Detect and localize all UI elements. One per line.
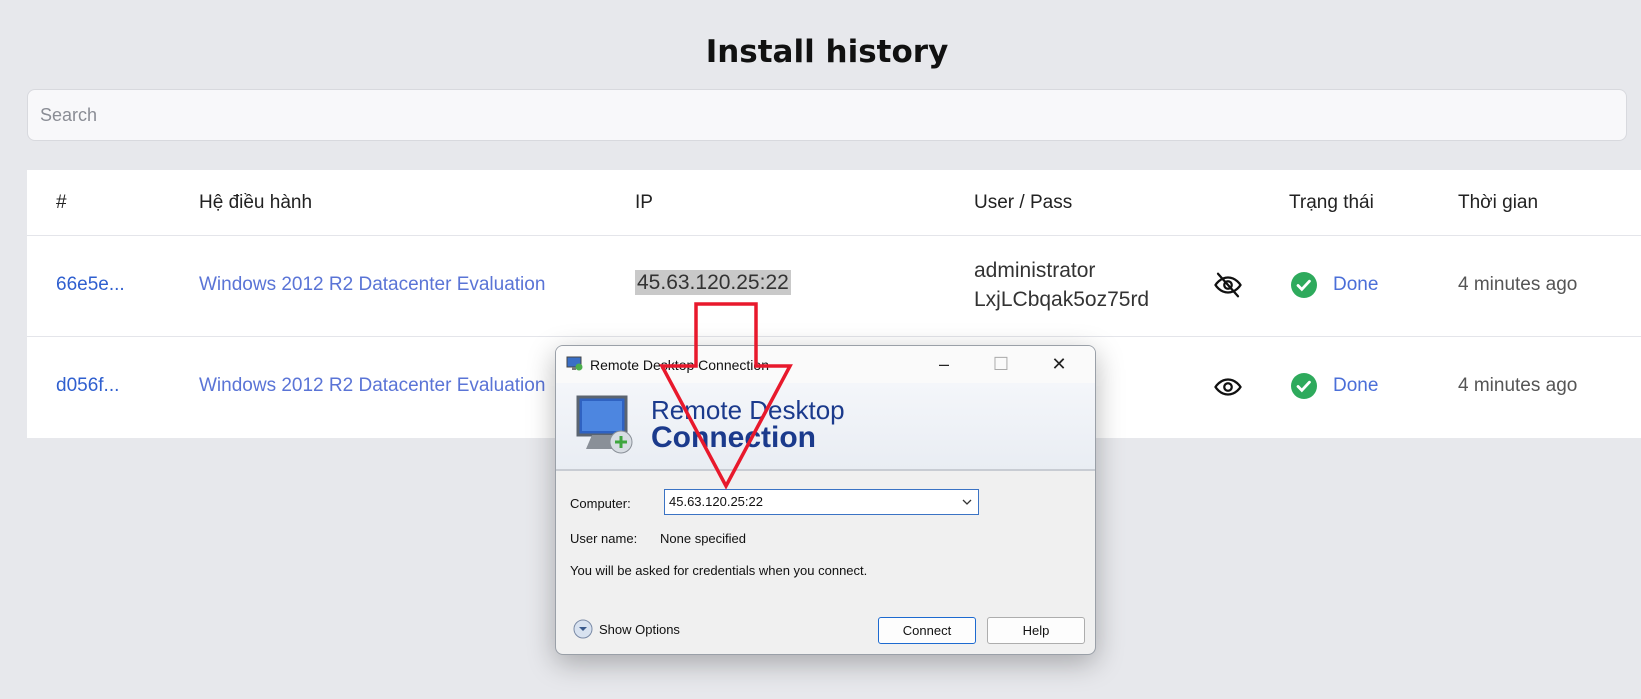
username-value: None specified — [660, 531, 746, 546]
status-badge: Done — [1333, 274, 1379, 295]
row-os-link[interactable]: Windows 2012 R2 Datacenter Evaluation — [199, 375, 545, 397]
rdp-dialog: Remote Desktop Connection – ☐ ✕ Remote D… — [555, 345, 1096, 655]
row-user: administrator — [974, 259, 1096, 282]
row-ip-text[interactable]: 45.63.120.25:22 — [635, 270, 791, 295]
maximize-icon[interactable]: ☐ — [986, 352, 1016, 376]
row-time: 4 minutes ago — [1458, 274, 1578, 295]
rdp-app-icon — [566, 356, 583, 371]
status-badge: Done — [1333, 375, 1379, 396]
col-os: Hệ điều hành — [199, 192, 313, 213]
row-os-link[interactable]: Windows 2012 R2 Datacenter Evaluation — [199, 274, 545, 296]
close-icon[interactable]: ✕ — [1044, 352, 1074, 376]
minimize-icon[interactable]: – — [929, 352, 959, 376]
row-time: 4 minutes ago — [1458, 375, 1578, 396]
check-circle-icon — [1291, 373, 1317, 399]
col-ip: IP — [635, 192, 653, 213]
banner-title-line2: Connection — [651, 421, 816, 454]
row-pass: LxjLCbqak5oz75rd — [974, 288, 1150, 311]
dialog-titlebar[interactable]: Remote Desktop Connection – ☐ ✕ — [556, 346, 1095, 383]
help-button[interactable]: Help — [987, 617, 1085, 644]
table-header: # Hệ điều hành IP User / Pass Trạng thái… — [27, 170, 1641, 236]
connect-button[interactable]: Connect — [878, 617, 976, 644]
credentials-note: You will be asked for credentials when y… — [570, 563, 868, 578]
check-circle-icon — [1291, 272, 1317, 298]
computer-value[interactable]: 45.63.120.25:22 — [669, 494, 763, 509]
col-time: Thời gian — [1458, 192, 1539, 213]
row-id-link[interactable]: 66e5e... — [56, 274, 125, 296]
col-userpass: User / Pass — [974, 192, 1073, 213]
monitor-icon — [576, 395, 633, 454]
rdp-banner: Remote Desktop Connection — [556, 383, 1095, 471]
eye-slash-icon[interactable] — [1213, 270, 1243, 300]
username-label: User name: — [570, 531, 638, 546]
row-credentials: administrator LxjLCbqak5oz75rd — [974, 256, 1149, 314]
show-options-button[interactable]: Show Options — [599, 622, 680, 637]
expand-options-icon[interactable] — [573, 619, 593, 639]
page-title: Install history — [705, 34, 949, 70]
dialog-title: Remote Desktop Connection — [590, 357, 769, 373]
chevron-down-icon[interactable] — [960, 490, 974, 514]
search-input[interactable] — [27, 89, 1627, 141]
col-status: Trạng thái — [1289, 192, 1374, 213]
computer-label: Computer: — [570, 496, 631, 511]
col-id: # — [56, 192, 67, 213]
row-id-link[interactable]: d056f... — [56, 375, 119, 397]
computer-combobox[interactable]: 45.63.120.25:22 — [664, 489, 979, 515]
eye-icon[interactable] — [1213, 372, 1243, 402]
row-ip[interactable]: 45.63.120.25:22 — [635, 270, 791, 295]
table-row: 66e5e... Windows 2012 R2 Datacenter Eval… — [27, 236, 1641, 337]
